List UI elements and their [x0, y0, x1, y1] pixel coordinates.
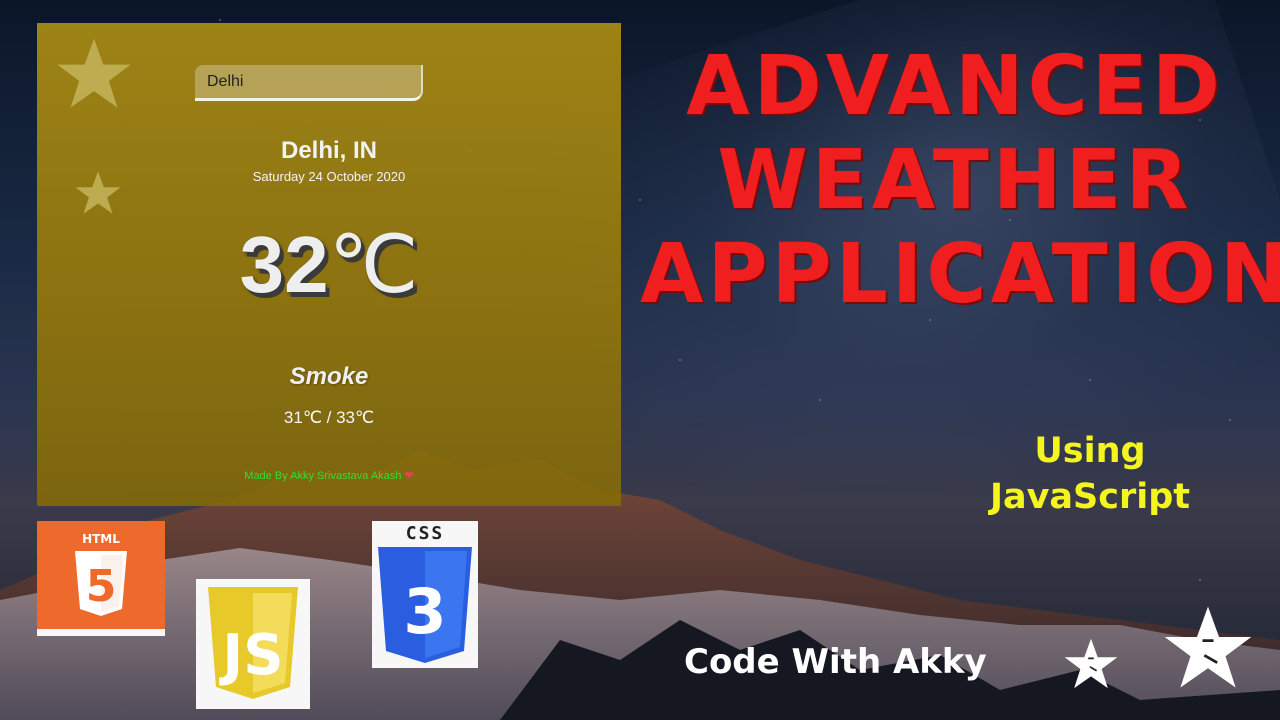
star-icon	[1164, 606, 1252, 688]
js-logo-text: JS	[218, 623, 283, 688]
star-icon	[57, 38, 131, 108]
subtitle-line-1: Using	[1034, 431, 1146, 471]
city-name: Delhi, IN	[280, 137, 377, 164]
city-search-input[interactable]	[195, 65, 423, 101]
channel-brand: Code With Akky	[684, 642, 987, 682]
temperature-value: 32	[239, 220, 329, 309]
temperature-unit: ℃	[328, 220, 419, 309]
headline-line-3: APPLICATION	[640, 227, 1280, 322]
headline-line-2: WEATHER	[717, 133, 1193, 228]
html-logo-text: HTML	[82, 532, 120, 546]
temperature-display: 32℃	[37, 225, 621, 305]
css-logo-text: CSS	[406, 523, 445, 544]
subtitle: Using JavaScript	[960, 428, 1220, 520]
css-logo-number: 3	[403, 575, 446, 648]
subtitle-line-2: JavaScript	[989, 477, 1191, 517]
credit-text: Made By Akky Srivastava Akash	[244, 470, 402, 482]
heart-icon: ❤	[404, 470, 414, 482]
headline: ADVANCED WEATHER APPLICATION	[640, 39, 1280, 322]
min-max-temperature: 31℃ / 33℃	[283, 408, 375, 427]
css3-logo: CSS 3	[372, 521, 478, 668]
weather-condition: Smoke	[289, 363, 369, 390]
html5-logo: HTML 5	[37, 521, 165, 636]
credit-line: Made By Akky Srivastava Akash ❤	[37, 469, 621, 482]
current-date: Saturday 24 October 2020	[252, 169, 406, 184]
html-logo-number: 5	[86, 561, 117, 612]
star-icon	[1064, 638, 1118, 689]
weather-card: Delhi, IN Saturday 24 October 2020 32℃ S…	[37, 23, 621, 506]
headline-line-1: ADVANCED	[686, 39, 1224, 134]
javascript-logo: JS	[196, 579, 310, 709]
